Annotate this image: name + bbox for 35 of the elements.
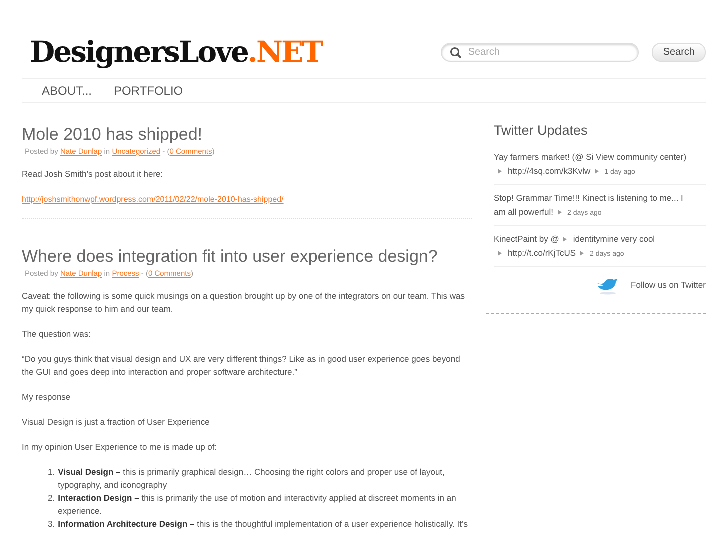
post-paragraph: The question was: (22, 328, 92, 341)
follow-link[interactable]: Follow us on Twitter (631, 280, 706, 290)
search-icon (450, 46, 462, 58)
tweet-link[interactable]: http://t.co/rKjTcUS (508, 248, 576, 258)
arrow-icon (580, 251, 584, 256)
post-title[interactable]: Mole 2010 has shipped! (22, 125, 472, 145)
list-number: 1. (48, 466, 56, 479)
nav-link[interactable]: ABOUT... (42, 84, 92, 98)
post-paragraph: In my opinion User Experience to me is made up of: (22, 441, 218, 454)
site-logo[interactable]: DesignersLove.NET (30, 38, 442, 66)
search-button[interactable]: Search (652, 42, 706, 62)
search-field[interactable]: Search (441, 42, 640, 62)
post-paragraph: Caveat: the following is some quick musings on a question brought up by one of the integrators on our team. This was my quick response to him and our team. (22, 290, 466, 316)
post-paragraph: Read Josh Smith’s post about it here: (22, 168, 164, 181)
post-paragraph: “Do you guys think that visual design and UX are very different things? Like as in good user experience goes beyond the GUI and goes deep into interaction and proper software architecture.” (22, 353, 462, 379)
list-number: 3. (48, 518, 56, 531)
tweet-text: KinectPaint by @ (494, 234, 560, 244)
arrow-icon (563, 237, 568, 242)
tweet-text: Stop! Grammar Time!!! Kinect is listening to me... I (494, 193, 684, 203)
arrow-icon (498, 251, 502, 256)
tweet-link[interactable]: http://4sq.com/k3Kvlw (508, 166, 591, 176)
arrow-icon (498, 169, 502, 174)
post-paragraph: My response (22, 391, 72, 404)
list-number: 2. (48, 492, 56, 505)
sidebar-title: Twitter Updates (494, 123, 589, 138)
nav-link[interactable]: PORTFOLIO (114, 84, 184, 98)
arrow-icon (594, 169, 599, 174)
post-title[interactable]: Where does integration fit into user experience design? (22, 247, 472, 267)
tweet-text: identitymine very cool (573, 234, 656, 244)
tweet-text: Yay farmers market! (@ Si View community center) (494, 152, 687, 162)
list-item: Interaction Design – this is primarily the use of motion and interactivity applied at discreet moments in an experience. (58, 492, 458, 518)
post-paragraph: Visual Design is just a fraction of User Experience (22, 416, 211, 429)
arrow-icon (558, 210, 562, 216)
tweet-text: am all powerful! (494, 207, 554, 217)
list-item: Information Architecture Design – this is the thoughtful implementation of a user experience holistically. It’s (58, 518, 468, 531)
